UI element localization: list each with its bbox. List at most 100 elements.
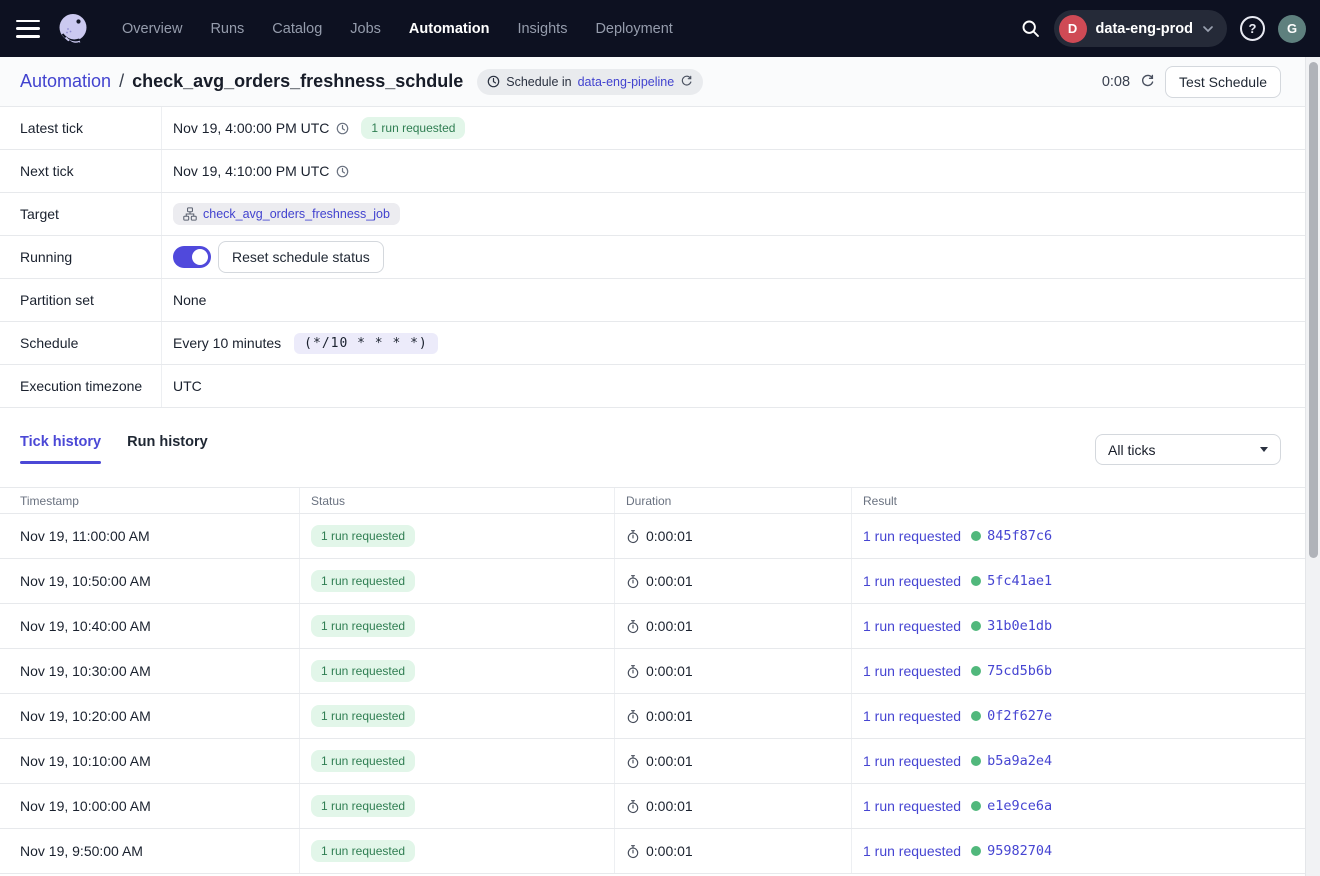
column-header-result: Result	[851, 488, 1305, 513]
stopwatch-icon	[626, 529, 640, 544]
breadcrumb-automation-link[interactable]: Automation	[20, 71, 111, 92]
tick-status-badge: 1 run requested	[311, 615, 415, 637]
run-requested-link[interactable]: 1 run requested	[863, 618, 961, 634]
table-row: Nov 19, 10:10:00 AM 1 run requested 0:00…	[0, 739, 1305, 784]
nav-item-runs[interactable]: Runs	[196, 13, 258, 45]
run-status-dot-icon	[971, 846, 981, 856]
running-toggle[interactable]	[173, 246, 211, 268]
user-avatar[interactable]: G	[1278, 15, 1306, 43]
search-icon[interactable]	[1020, 18, 1041, 39]
run-requested-link[interactable]: 1 run requested	[863, 843, 961, 859]
nav-item-automation[interactable]: Automation	[395, 13, 504, 45]
tick-timestamp: Nov 19, 10:30:00 AM	[0, 663, 299, 679]
column-header-duration: Duration	[614, 488, 851, 513]
schedule-details: Latest tick Nov 19, 4:00:00 PM UTC 1 run…	[0, 107, 1305, 408]
code-location-link[interactable]: data-eng-pipeline	[578, 75, 675, 89]
run-id-link[interactable]: 845f87c6	[987, 528, 1052, 544]
test-schedule-button[interactable]: Test Schedule	[1165, 66, 1281, 98]
run-status-dot-icon	[971, 666, 981, 676]
detail-row-timezone: Execution timezone UTC	[0, 365, 1305, 408]
run-requested-link[interactable]: 1 run requested	[863, 798, 961, 814]
detail-label: Running	[0, 236, 162, 278]
detail-label: Schedule	[0, 322, 162, 364]
tick-history-table: Timestamp Status Duration Result Nov 19,…	[0, 487, 1305, 874]
clock-icon	[336, 122, 349, 135]
target-job-pill: check_avg_orders_freshness_job	[173, 203, 400, 225]
run-requested-link[interactable]: 1 run requested	[863, 663, 961, 679]
detail-row-running: Running Reset schedule status	[0, 236, 1305, 279]
help-icon[interactable]: ?	[1240, 16, 1265, 41]
detail-row-partition-set: Partition set None	[0, 279, 1305, 322]
page-title: check_avg_orders_freshness_schdule	[132, 71, 463, 92]
tick-timestamp: Nov 19, 10:00:00 AM	[0, 798, 299, 814]
tab-run-history[interactable]: Run history	[127, 434, 208, 450]
run-status-dot-icon	[971, 801, 981, 811]
stopwatch-icon	[626, 664, 640, 679]
detail-label: Execution timezone	[0, 365, 162, 407]
tick-timestamp: Nov 19, 10:50:00 AM	[0, 573, 299, 589]
run-id-link[interactable]: 0f2f627e	[987, 708, 1052, 724]
run-status-dot-icon	[971, 711, 981, 721]
workspace-switcher[interactable]: D data-eng-prod	[1054, 10, 1227, 47]
table-row: Nov 19, 10:40:00 AM 1 run requested 0:00…	[0, 604, 1305, 649]
run-requested-link[interactable]: 1 run requested	[863, 753, 961, 769]
run-requested-link[interactable]: 1 run requested	[863, 708, 961, 724]
run-id-link[interactable]: e1e9ce6a	[987, 798, 1052, 814]
nav-item-overview[interactable]: Overview	[108, 13, 196, 45]
nav-item-jobs[interactable]: Jobs	[336, 13, 395, 45]
refresh-icon[interactable]	[1140, 74, 1155, 89]
workspace-name: data-eng-prod	[1096, 21, 1193, 37]
run-id-link[interactable]: 95982704	[987, 843, 1052, 859]
reload-icon	[680, 75, 693, 88]
table-row: Nov 19, 11:00:00 AM 1 run requested 0:00…	[0, 514, 1305, 559]
select-caret-icon	[1260, 447, 1268, 452]
stopwatch-icon	[626, 844, 640, 859]
run-status-dot-icon	[971, 621, 981, 631]
run-id-link[interactable]: 31b0e1db	[987, 618, 1052, 634]
code-location-badge: Schedule in data-eng-pipeline	[477, 69, 703, 95]
job-graph-icon	[183, 207, 197, 221]
run-status-dot-icon	[971, 756, 981, 766]
tab-tick-history[interactable]: Tick history	[20, 434, 101, 464]
scrollbar-thumb[interactable]	[1309, 62, 1318, 558]
page-header: Automation / check_avg_orders_freshness_…	[0, 57, 1305, 107]
nav-item-deployment[interactable]: Deployment	[581, 13, 686, 45]
tick-duration: 0:00:01	[646, 753, 693, 769]
run-id-link[interactable]: 5fc41ae1	[987, 573, 1052, 589]
table-row: Nov 19, 10:20:00 AM 1 run requested 0:00…	[0, 694, 1305, 739]
tick-status-badge: 1 run requested	[311, 840, 415, 862]
stopwatch-icon	[626, 799, 640, 814]
table-header-row: Timestamp Status Duration Result	[0, 487, 1305, 514]
stopwatch-icon	[626, 619, 640, 634]
nav-item-catalog[interactable]: Catalog	[258, 13, 336, 45]
tick-duration: 0:00:01	[646, 663, 693, 679]
run-requested-link[interactable]: 1 run requested	[863, 573, 961, 589]
run-id-link[interactable]: b5a9a2e4	[987, 753, 1052, 769]
run-id-link[interactable]: 75cd5b6b	[987, 663, 1052, 679]
timezone-value: UTC	[173, 378, 202, 394]
tick-status-badge: 1 run requested	[311, 750, 415, 772]
target-job-link[interactable]: check_avg_orders_freshness_job	[203, 207, 390, 221]
tick-status-badge: 1 run requested	[311, 525, 415, 547]
tick-status-badge: 1 run requested	[311, 660, 415, 682]
tick-duration: 0:00:01	[646, 528, 693, 544]
tick-duration: 0:00:01	[646, 798, 693, 814]
table-row: Nov 19, 9:50:00 AM 1 run requested 0:00:…	[0, 829, 1305, 874]
table-row: Nov 19, 10:00:00 AM 1 run requested 0:00…	[0, 784, 1305, 829]
clock-icon	[336, 165, 349, 178]
schedule-value: Every 10 minutes	[173, 335, 281, 351]
detail-label: Latest tick	[0, 107, 162, 149]
hamburger-menu-icon[interactable]	[16, 20, 40, 38]
top-nav: Overview Runs Catalog Jobs Automation In…	[0, 0, 1320, 57]
run-requested-link[interactable]: 1 run requested	[863, 528, 961, 544]
table-row: Nov 19, 10:50:00 AM 1 run requested 0:00…	[0, 559, 1305, 604]
clock-icon	[487, 75, 500, 88]
reset-schedule-status-button[interactable]: Reset schedule status	[218, 241, 384, 273]
nav-item-insights[interactable]: Insights	[503, 13, 581, 45]
stopwatch-icon	[626, 574, 640, 589]
tick-timestamp: Nov 19, 11:00:00 AM	[0, 528, 299, 544]
breadcrumb-separator: /	[119, 71, 124, 92]
tick-filter-select[interactable]: All ticks	[1095, 434, 1281, 465]
tick-filter-value: All ticks	[1108, 442, 1155, 458]
column-header-status: Status	[299, 488, 614, 513]
